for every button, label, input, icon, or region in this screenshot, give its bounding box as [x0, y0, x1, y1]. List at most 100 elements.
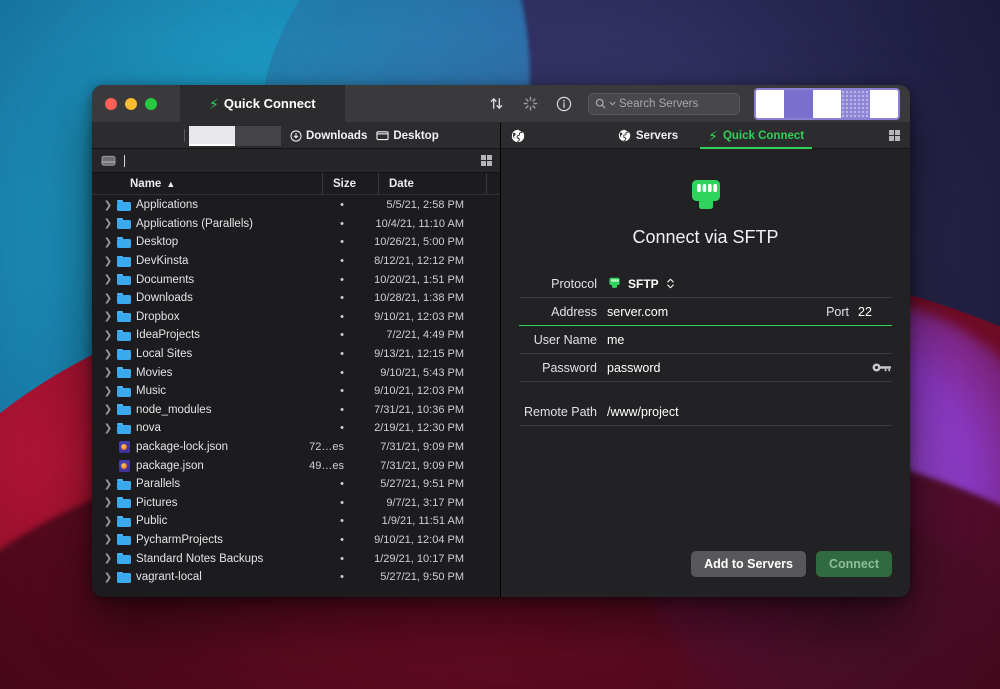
- shortcut-downloads[interactable]: Downloads: [290, 130, 367, 142]
- table-row[interactable]: ❯ PycharmProjects • 9/10/21, 12:04 PM: [92, 531, 500, 550]
- table-row[interactable]: ❯ nova • 2/19/21, 12:30 PM: [92, 419, 500, 438]
- grid-view-icon[interactable]: [889, 130, 900, 141]
- table-row[interactable]: ❯ Music • 9/10/21, 12:03 PM: [92, 382, 500, 401]
- file-date: 1/9/21, 11:51 AM: [381, 515, 464, 528]
- disclosure-chevron-icon[interactable]: ❯: [92, 200, 114, 211]
- spinner-icon[interactable]: [520, 94, 540, 114]
- folder-glyph: [117, 255, 131, 267]
- tab-servers[interactable]: Servers: [614, 123, 682, 149]
- transfer-arrows-icon[interactable]: [486, 94, 506, 114]
- file-size: •: [340, 552, 344, 565]
- table-row[interactable]: ❯ Local Sites • 9/13/21, 12:15 PM: [92, 345, 500, 364]
- add-to-servers-button[interactable]: Add to Servers: [691, 551, 806, 577]
- disclosure-chevron-icon[interactable]: ❯: [92, 386, 114, 397]
- form-row-protocol[interactable]: Protocol SFTP: [519, 270, 892, 298]
- file-size: •: [340, 571, 344, 584]
- grid-view-icon[interactable]: [481, 155, 492, 166]
- disclosure-chevron-icon[interactable]: ❯: [92, 553, 114, 564]
- info-circle-icon[interactable]: [554, 94, 574, 114]
- disclosure-chevron-icon[interactable]: ❯: [92, 311, 114, 322]
- key-icon[interactable]: [864, 362, 892, 373]
- disclosure-chevron-icon[interactable]: ❯: [92, 479, 114, 490]
- column-header-size[interactable]: Size: [322, 173, 378, 194]
- table-row[interactable]: ❯ DevKinsta • 8/12/21, 12:12 PM: [92, 252, 500, 271]
- username-input[interactable]: me: [607, 333, 892, 347]
- table-row[interactable]: ❯ Pictures • 9/7/21, 3:17 PM: [92, 494, 500, 513]
- table-row[interactable]: ❯ IdeaProjects • 7/2/21, 4:49 PM: [92, 326, 500, 345]
- disclosure-chevron-icon[interactable]: ❯: [92, 497, 114, 508]
- zoom-button[interactable]: [145, 97, 157, 110]
- search-input[interactable]: Search Servers: [588, 92, 740, 115]
- disclosure-chevron-icon[interactable]: ❯: [92, 572, 114, 583]
- window-tab-strip: ⚡ Quick Connect: [180, 85, 345, 122]
- table-row[interactable]: ❯ Standard Notes Backups • 1/29/21, 10:17 P…: [92, 549, 500, 568]
- disclosure-chevron-icon[interactable]: ❯: [92, 218, 114, 229]
- quick-connect-form: Connect via SFTP Protocol SFTP Address s…: [501, 149, 910, 597]
- password-input[interactable]: password: [607, 361, 864, 375]
- folder-icon: [114, 218, 134, 230]
- ethernet-plug-icon: [691, 180, 720, 209]
- address-label: Address: [551, 304, 597, 319]
- column-header-name[interactable]: Name ▲: [92, 173, 322, 194]
- shortcut-desktop[interactable]: Desktop: [376, 130, 439, 142]
- disclosure-chevron-icon[interactable]: ❯: [92, 330, 114, 341]
- disclosure-chevron-icon[interactable]: ❯: [92, 256, 114, 267]
- file-name: vagrant-local: [136, 571, 202, 584]
- table-row[interactable]: package.json 49…es 7/31/21, 9:09 PM: [92, 456, 500, 475]
- column-header-date[interactable]: Date: [378, 173, 486, 194]
- table-row[interactable]: ❯ Dropbox • 9/10/21, 12:03 PM: [92, 308, 500, 327]
- connect-button[interactable]: Connect: [816, 551, 892, 577]
- file-date: 10/4/21, 11:10 AM: [375, 217, 464, 230]
- table-row[interactable]: ❯ Public • 1/9/21, 11:51 AM: [92, 512, 500, 531]
- table-row[interactable]: ❯ Parallels • 5/27/21, 9:51 PM: [92, 475, 500, 494]
- path-bar[interactable]: [92, 149, 500, 173]
- file-size: •: [340, 199, 344, 212]
- file-list[interactable]: ❯ Applications • 5/5/21, 2:58 PM ❯ Applicatio…: [92, 195, 500, 597]
- form-gap: [519, 382, 892, 398]
- hard-drive-icon: [101, 155, 116, 166]
- file-size: •: [340, 422, 344, 435]
- form-row-password[interactable]: Password password: [519, 354, 892, 382]
- remote-path-input[interactable]: /www/project: [607, 405, 892, 419]
- disclosure-chevron-icon[interactable]: ❯: [92, 423, 114, 434]
- key-icon-glyph: [872, 363, 891, 372]
- disclosure-chevron-icon[interactable]: ❯: [92, 367, 114, 378]
- disclosure-chevron-icon[interactable]: ❯: [92, 534, 114, 545]
- folder-icon: [114, 292, 134, 304]
- disclosure-chevron-icon[interactable]: ❯: [92, 404, 114, 415]
- form-row-username[interactable]: User Name me: [519, 326, 892, 354]
- globe-icon-button[interactable]: [511, 129, 533, 143]
- disclosure-chevron-icon[interactable]: ❯: [92, 274, 114, 285]
- form-row-remote-path[interactable]: Remote Path /www/project: [519, 398, 892, 426]
- close-button[interactable]: [105, 97, 117, 110]
- table-row[interactable]: ❯ node_modules • 7/31/21, 10:36 PM: [92, 401, 500, 420]
- window-tab-quick-connect[interactable]: ⚡ Quick Connect: [180, 85, 345, 122]
- tab-quick-connect[interactable]: ⚡ Quick Connect: [700, 123, 813, 149]
- table-row[interactable]: ❯ Documents • 10/20/21, 1:51 PM: [92, 270, 500, 289]
- disclosure-chevron-icon[interactable]: ❯: [92, 237, 114, 248]
- form-row-address[interactable]: Address server.com Port 22: [519, 298, 892, 326]
- connection-tab-bar: Servers ⚡ Quick Connect: [501, 123, 910, 149]
- table-row[interactable]: ❯ Applications • 5/5/21, 2:58 PM: [92, 196, 500, 215]
- mini-tab-active[interactable]: [189, 125, 235, 146]
- table-row[interactable]: ❯ Applications (Parallels) • 10/4/21, 11:10…: [92, 215, 500, 234]
- table-row[interactable]: ❯ Desktop • 10/26/21, 5:00 PM: [92, 233, 500, 252]
- table-row[interactable]: ❯ Downloads • 10/28/21, 1:38 PM: [92, 289, 500, 308]
- table-row[interactable]: ❯ vagrant-local • 5/27/21, 9:50 PM: [92, 568, 500, 587]
- table-row[interactable]: ❯ Movies • 9/10/21, 5:43 PM: [92, 363, 500, 382]
- file-size: •: [340, 273, 344, 286]
- folder-icon: [114, 497, 134, 509]
- chevron-up-down-icon: [666, 278, 674, 289]
- port-input[interactable]: 22: [858, 305, 892, 319]
- address-input[interactable]: server.com: [607, 305, 822, 319]
- disclosure-chevron-icon[interactable]: ❯: [92, 349, 114, 360]
- mini-tab-inactive[interactable]: [235, 125, 281, 146]
- file-size: •: [340, 496, 344, 509]
- file-name: Applications (Parallels): [136, 217, 253, 230]
- segmented-placeholder[interactable]: [754, 87, 900, 120]
- disclosure-chevron-icon[interactable]: ❯: [92, 293, 114, 304]
- protocol-select[interactable]: SFTP: [607, 277, 676, 291]
- table-row[interactable]: package-lock.json 72…es 7/31/21, 9:09 PM: [92, 438, 500, 457]
- minimize-button[interactable]: [125, 97, 137, 110]
- disclosure-chevron-icon[interactable]: ❯: [92, 516, 114, 527]
